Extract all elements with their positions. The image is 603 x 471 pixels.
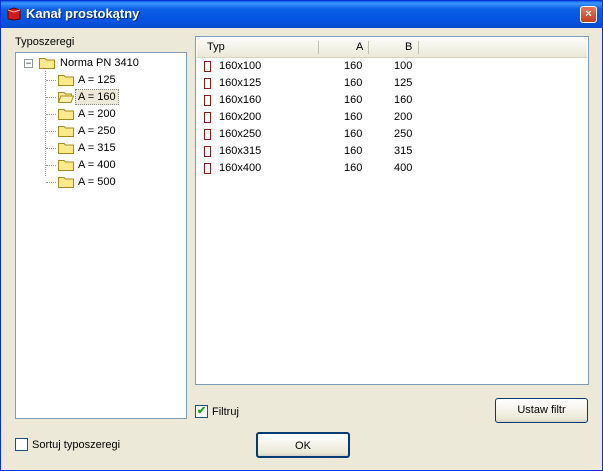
list-row[interactable]: 160x400 160 400: [204, 160, 584, 177]
dialog-window: Kanał prostokątny × Typoszeregi − Norma …: [0, 0, 603, 471]
tree-item-label: A = 400: [78, 159, 116, 171]
cell-a: 160: [344, 162, 363, 174]
duct-icon: [204, 95, 211, 106]
ok-button[interactable]: OK: [256, 432, 350, 458]
duct-icon: [204, 112, 211, 123]
close-button[interactable]: ×: [580, 6, 597, 23]
app-icon: [7, 7, 21, 21]
folder-icon: [39, 58, 55, 69]
cell-b: 160: [394, 94, 413, 106]
column-header-b[interactable]: B: [405, 41, 412, 53]
tree-item-label: A = 160: [75, 89, 119, 105]
folder-icon: [58, 160, 74, 171]
collapse-icon[interactable]: −: [24, 59, 33, 68]
tree-item-label: A = 250: [78, 125, 116, 137]
list-row[interactable]: 160x100 160 100: [204, 58, 584, 75]
cell-b: 100: [394, 60, 413, 72]
cell-a: 160: [344, 60, 363, 72]
folder-icon: [58, 143, 74, 154]
duct-icon: [204, 129, 211, 140]
list-row[interactable]: 160x160 160 160: [204, 92, 584, 109]
cell-typ: 160x250: [219, 128, 262, 140]
cell-b: 315: [394, 145, 413, 157]
cell-typ: 160x160: [219, 94, 262, 106]
list-row[interactable]: 160x250 160 250: [204, 126, 584, 143]
title-bar[interactable]: Kanał prostokątny ×: [1, 1, 602, 28]
column-separator[interactable]: [368, 41, 369, 54]
folder-open-icon: [58, 92, 74, 103]
list-row[interactable]: 160x200 160 200: [204, 109, 584, 126]
tree-connector: [46, 97, 56, 98]
filter-checkbox[interactable]: ✔: [195, 405, 208, 418]
column-header-a[interactable]: A: [356, 41, 363, 53]
cell-typ: 160x315: [219, 145, 262, 157]
tree-branch-line: [45, 71, 46, 176]
cell-b: 250: [394, 128, 413, 140]
cell-b: 400: [394, 162, 413, 174]
duct-icon: [204, 78, 211, 89]
cell-typ: 160x100: [219, 60, 262, 72]
tree-root[interactable]: − Norma PN 3410: [22, 55, 182, 71]
cell-a: 160: [344, 111, 363, 123]
cell-a: 160: [344, 145, 363, 157]
list-row[interactable]: 160x125 160 125: [204, 75, 584, 92]
cell-a: 160: [344, 94, 363, 106]
list-row[interactable]: 160x315 160 315: [204, 143, 584, 160]
tree-connector: [46, 165, 56, 166]
tree-item-label: A = 125: [78, 74, 116, 86]
type-list[interactable]: Typ A B 160x100 160 100 160x125 160 125 …: [195, 36, 589, 385]
folder-icon: [58, 109, 74, 120]
cell-a: 160: [344, 77, 363, 89]
tree-connector: [46, 148, 56, 149]
check-icon: ✔: [197, 405, 207, 417]
window-title: Kanał prostokątny: [26, 6, 140, 21]
list-header: Typ A B: [197, 38, 587, 58]
cell-a: 160: [344, 128, 363, 140]
tree-item-label: A = 500: [78, 176, 116, 188]
column-separator[interactable]: [418, 41, 419, 54]
tree-item-label: A = 315: [78, 142, 116, 154]
tree-connector: [46, 80, 56, 81]
tree-item-label: A = 200: [78, 108, 116, 120]
tree-connector: [46, 131, 56, 132]
folder-icon: [58, 75, 74, 86]
tree-connector: [46, 182, 56, 183]
cell-typ: 160x125: [219, 77, 262, 89]
duct-icon: [204, 163, 211, 174]
duct-icon: [204, 146, 211, 157]
cell-typ: 160x200: [219, 111, 262, 123]
cell-typ: 160x400: [219, 162, 262, 174]
tree-root-label: Norma PN 3410: [60, 57, 139, 69]
folder-icon: [58, 177, 74, 188]
folder-icon: [58, 126, 74, 137]
column-separator[interactable]: [318, 41, 319, 54]
sort-label[interactable]: Sortuj typoszeregi: [32, 439, 120, 451]
filter-label[interactable]: Filtruj: [212, 406, 239, 418]
tree-connector: [46, 114, 56, 115]
duct-icon: [204, 61, 211, 72]
cell-b: 125: [394, 77, 413, 89]
sort-checkbox[interactable]: [15, 438, 28, 451]
set-filter-button[interactable]: Ustaw filtr: [495, 398, 588, 423]
tree-panel[interactable]: − Norma PN 3410 A = 125 A = 160 A = 200 …: [15, 52, 187, 419]
cell-b: 200: [394, 111, 413, 123]
tree-label: Typoszeregi: [15, 36, 75, 48]
column-header-typ[interactable]: Typ: [207, 41, 225, 53]
